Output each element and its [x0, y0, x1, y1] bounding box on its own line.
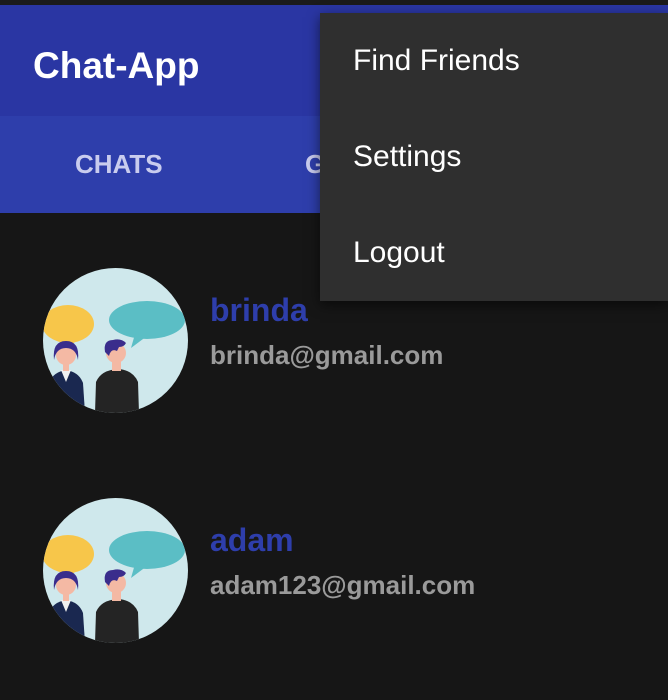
avatar-icon [43, 268, 188, 413]
contact-email: brinda@gmail.com [210, 340, 444, 370]
menu-item-settings[interactable]: Settings [320, 109, 668, 205]
contact-name: brinda [210, 292, 308, 328]
contact-email: adam123@gmail.com [210, 570, 476, 600]
app-title: Chat-App [33, 45, 200, 86]
tab-chats[interactable]: CHATS [75, 116, 163, 213]
avatar-icon [43, 498, 188, 643]
overflow-menu: Find Friends Settings Logout [320, 13, 668, 301]
contact-name: adam [210, 522, 294, 558]
menu-item-find-friends[interactable]: Find Friends [320, 13, 668, 109]
menu-item-logout[interactable]: Logout [320, 205, 668, 301]
contact-list-item[interactable]: adam adam123@gmail.com [0, 498, 668, 648]
